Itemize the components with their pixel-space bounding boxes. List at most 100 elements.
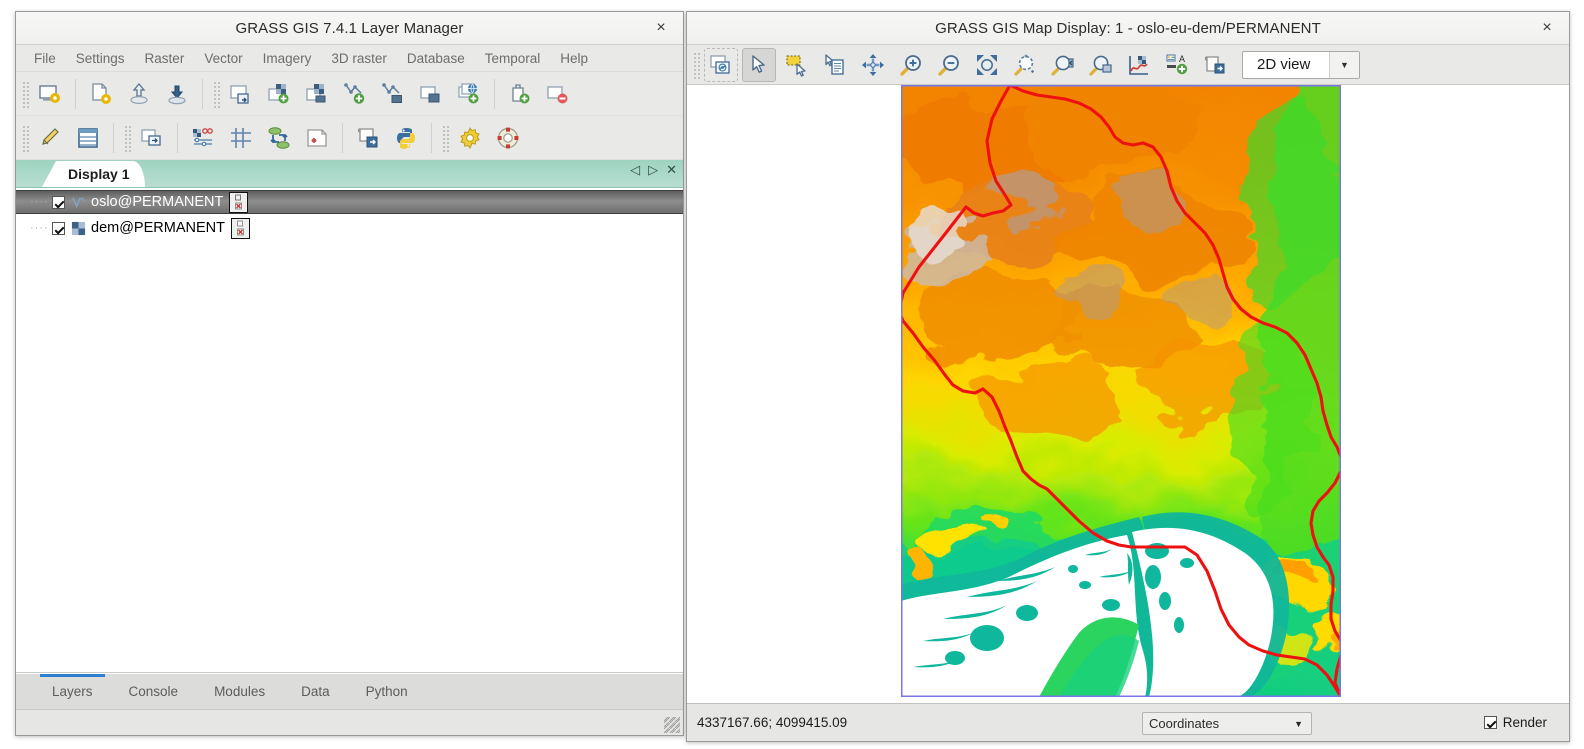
menu-help[interactable]: Help bbox=[550, 48, 598, 69]
import-raster-icon[interactable] bbox=[224, 77, 258, 111]
new-map-display-icon[interactable] bbox=[84, 77, 118, 111]
georectifier-icon[interactable] bbox=[186, 121, 220, 155]
zoom-in-icon[interactable] bbox=[894, 48, 928, 82]
zoom-to-extent-icon[interactable] bbox=[970, 48, 1004, 82]
dem-raster-layer bbox=[901, 85, 1341, 697]
help-icon[interactable] bbox=[491, 121, 525, 155]
tab-layers[interactable]: Layers bbox=[34, 674, 111, 709]
tab-next-icon[interactable]: ▷ bbox=[648, 163, 658, 176]
menu-imagery[interactable]: Imagery bbox=[253, 48, 322, 69]
map-swipe-icon[interactable] bbox=[224, 121, 258, 155]
map-canvas[interactable] bbox=[687, 85, 1569, 703]
layer-manager-window: GRASS GIS 7.4.1 Layer Manager × File Set… bbox=[15, 11, 684, 736]
layer-tree-row-dem[interactable]: ···· dem@PERMANENT bbox=[16, 216, 683, 240]
toolbar-separator bbox=[342, 122, 343, 153]
layer-name-oslo: oslo@PERMANENT bbox=[91, 194, 224, 210]
add-raster-group-icon[interactable] bbox=[300, 77, 334, 111]
toolbar-separator bbox=[202, 78, 203, 109]
close-icon[interactable]: × bbox=[651, 18, 671, 38]
remove-layer-icon[interactable] bbox=[541, 77, 575, 111]
render-map-icon[interactable] bbox=[704, 47, 738, 82]
add-web-service-icon[interactable] bbox=[452, 77, 486, 111]
resize-grip[interactable] bbox=[664, 717, 680, 733]
render-checkbox-group[interactable]: Render bbox=[1483, 715, 1547, 730]
attribute-table-icon[interactable] bbox=[71, 121, 105, 155]
load-workspace-icon[interactable] bbox=[122, 77, 156, 111]
tab-display-1[interactable]: Display 1 bbox=[42, 161, 146, 187]
layer-visibility-checkbox[interactable] bbox=[52, 195, 65, 209]
render-checkbox[interactable] bbox=[1483, 716, 1497, 729]
statusbar-mode-select[interactable]: Coordinates ▼ bbox=[1142, 712, 1312, 735]
add-raster-layer-icon[interactable] bbox=[262, 77, 296, 111]
layer-manager-statusbar bbox=[16, 709, 683, 735]
toolbar-separator bbox=[75, 78, 76, 109]
toolbar-grip[interactable] bbox=[21, 79, 29, 108]
zoom-options-icon[interactable] bbox=[1084, 48, 1118, 82]
menubar: File Settings Raster Vector Imagery 3D r… bbox=[16, 45, 683, 72]
zoom-back-icon[interactable] bbox=[1046, 48, 1080, 82]
script-icon[interactable] bbox=[351, 121, 385, 155]
add-command-layer-icon[interactable] bbox=[503, 77, 537, 111]
view-mode-select[interactable]: 2D view ▼ bbox=[1242, 50, 1360, 79]
chevron-down-icon[interactable]: ▼ bbox=[1329, 51, 1359, 78]
add-group-icon[interactable] bbox=[414, 77, 448, 111]
pan-icon[interactable] bbox=[856, 48, 890, 82]
svg-text:A: A bbox=[1179, 54, 1185, 64]
tab-modules[interactable]: Modules bbox=[196, 674, 283, 709]
toolbar-separator bbox=[431, 122, 432, 153]
layer-tree-row-oslo[interactable]: ···· oslo@PERMANENT bbox=[16, 190, 683, 214]
chevron-down-icon[interactable]: ▼ bbox=[1294, 719, 1303, 729]
tab-data[interactable]: Data bbox=[283, 674, 348, 709]
python-shell-icon[interactable] bbox=[389, 121, 423, 155]
tab-python[interactable]: Python bbox=[348, 674, 426, 709]
layer-tree[interactable]: ···· oslo@PERMANENT ···· dem@PERMANENT bbox=[16, 188, 683, 673]
add-vector-group-icon[interactable] bbox=[376, 77, 410, 111]
menu-3d-raster[interactable]: 3D raster bbox=[321, 48, 397, 69]
map-display-titlebar: GRASS GIS Map Display: 1 - oslo-eu-dem/P… bbox=[687, 12, 1569, 45]
toolbar-grip[interactable] bbox=[21, 123, 29, 152]
menu-raster[interactable]: Raster bbox=[135, 48, 195, 69]
start-new-workspace-icon[interactable] bbox=[33, 77, 67, 111]
tabstrip-nav: ◁ ▷ ✕ bbox=[630, 163, 677, 176]
map-display-title: GRASS GIS Map Display: 1 - oslo-eu-dem/P… bbox=[935, 19, 1321, 37]
map-display-window: GRASS GIS Map Display: 1 - oslo-eu-dem/P… bbox=[686, 11, 1570, 742]
layer-manager-title: GRASS GIS 7.4.1 Layer Manager bbox=[235, 19, 464, 37]
select-features-icon[interactable] bbox=[780, 48, 814, 82]
layer-opacity-button-oslo[interactable] bbox=[229, 191, 249, 213]
zoom-to-computational-region-icon[interactable] bbox=[1008, 48, 1042, 82]
menu-vector[interactable]: Vector bbox=[194, 48, 252, 69]
settings-gear-icon[interactable] bbox=[453, 121, 487, 155]
layer-name-dem: dem@PERMANENT bbox=[91, 220, 225, 236]
edit-vector-icon[interactable] bbox=[33, 121, 67, 155]
pointer-icon[interactable] bbox=[742, 47, 776, 82]
raster-layer-icon bbox=[70, 220, 86, 236]
zoom-out-icon[interactable] bbox=[932, 48, 966, 82]
save-display-to-file-icon[interactable] bbox=[1198, 48, 1232, 82]
toolbar-grip[interactable] bbox=[123, 123, 131, 152]
toolbar-grip[interactable] bbox=[441, 123, 449, 152]
menu-settings[interactable]: Settings bbox=[66, 48, 135, 69]
close-icon[interactable]: × bbox=[1537, 18, 1557, 38]
tab-prev-icon[interactable]: ◁ bbox=[630, 163, 640, 176]
coordinates-readout: 4337167.66; 4099415.09 bbox=[697, 715, 848, 730]
layer-visibility-checkbox[interactable] bbox=[52, 221, 65, 235]
tab-console[interactable]: Console bbox=[111, 674, 197, 709]
layer-opacity-button-dem[interactable] bbox=[230, 217, 250, 239]
add-map-elements-icon[interactable]: A bbox=[1160, 48, 1194, 82]
cartographic-composer-icon[interactable] bbox=[300, 121, 334, 155]
add-vector-layer-icon[interactable] bbox=[338, 77, 372, 111]
analyze-map-icon[interactable] bbox=[1122, 48, 1156, 82]
raster-digitizer-icon[interactable] bbox=[135, 121, 169, 155]
screen-root: GRASS GIS 7.4.1 Layer Manager × File Set… bbox=[0, 0, 1584, 749]
menu-temporal[interactable]: Temporal bbox=[475, 48, 551, 69]
toolbar-grip[interactable] bbox=[212, 79, 220, 108]
menu-file[interactable]: File bbox=[24, 48, 66, 69]
query-raster-vector-icon[interactable] bbox=[818, 48, 852, 82]
tab-close-icon[interactable]: ✕ bbox=[666, 163, 677, 176]
save-workspace-icon[interactable] bbox=[160, 77, 194, 111]
animation-icon[interactable] bbox=[262, 121, 296, 155]
display-tabstrip: Display 1 ◁ ▷ ✕ bbox=[16, 160, 683, 188]
menu-database[interactable]: Database bbox=[397, 48, 475, 69]
toolbar-grip[interactable] bbox=[692, 50, 700, 79]
map-display-statusbar: 4337167.66; 4099415.09 Coordinates ▼ Ren… bbox=[687, 703, 1569, 741]
